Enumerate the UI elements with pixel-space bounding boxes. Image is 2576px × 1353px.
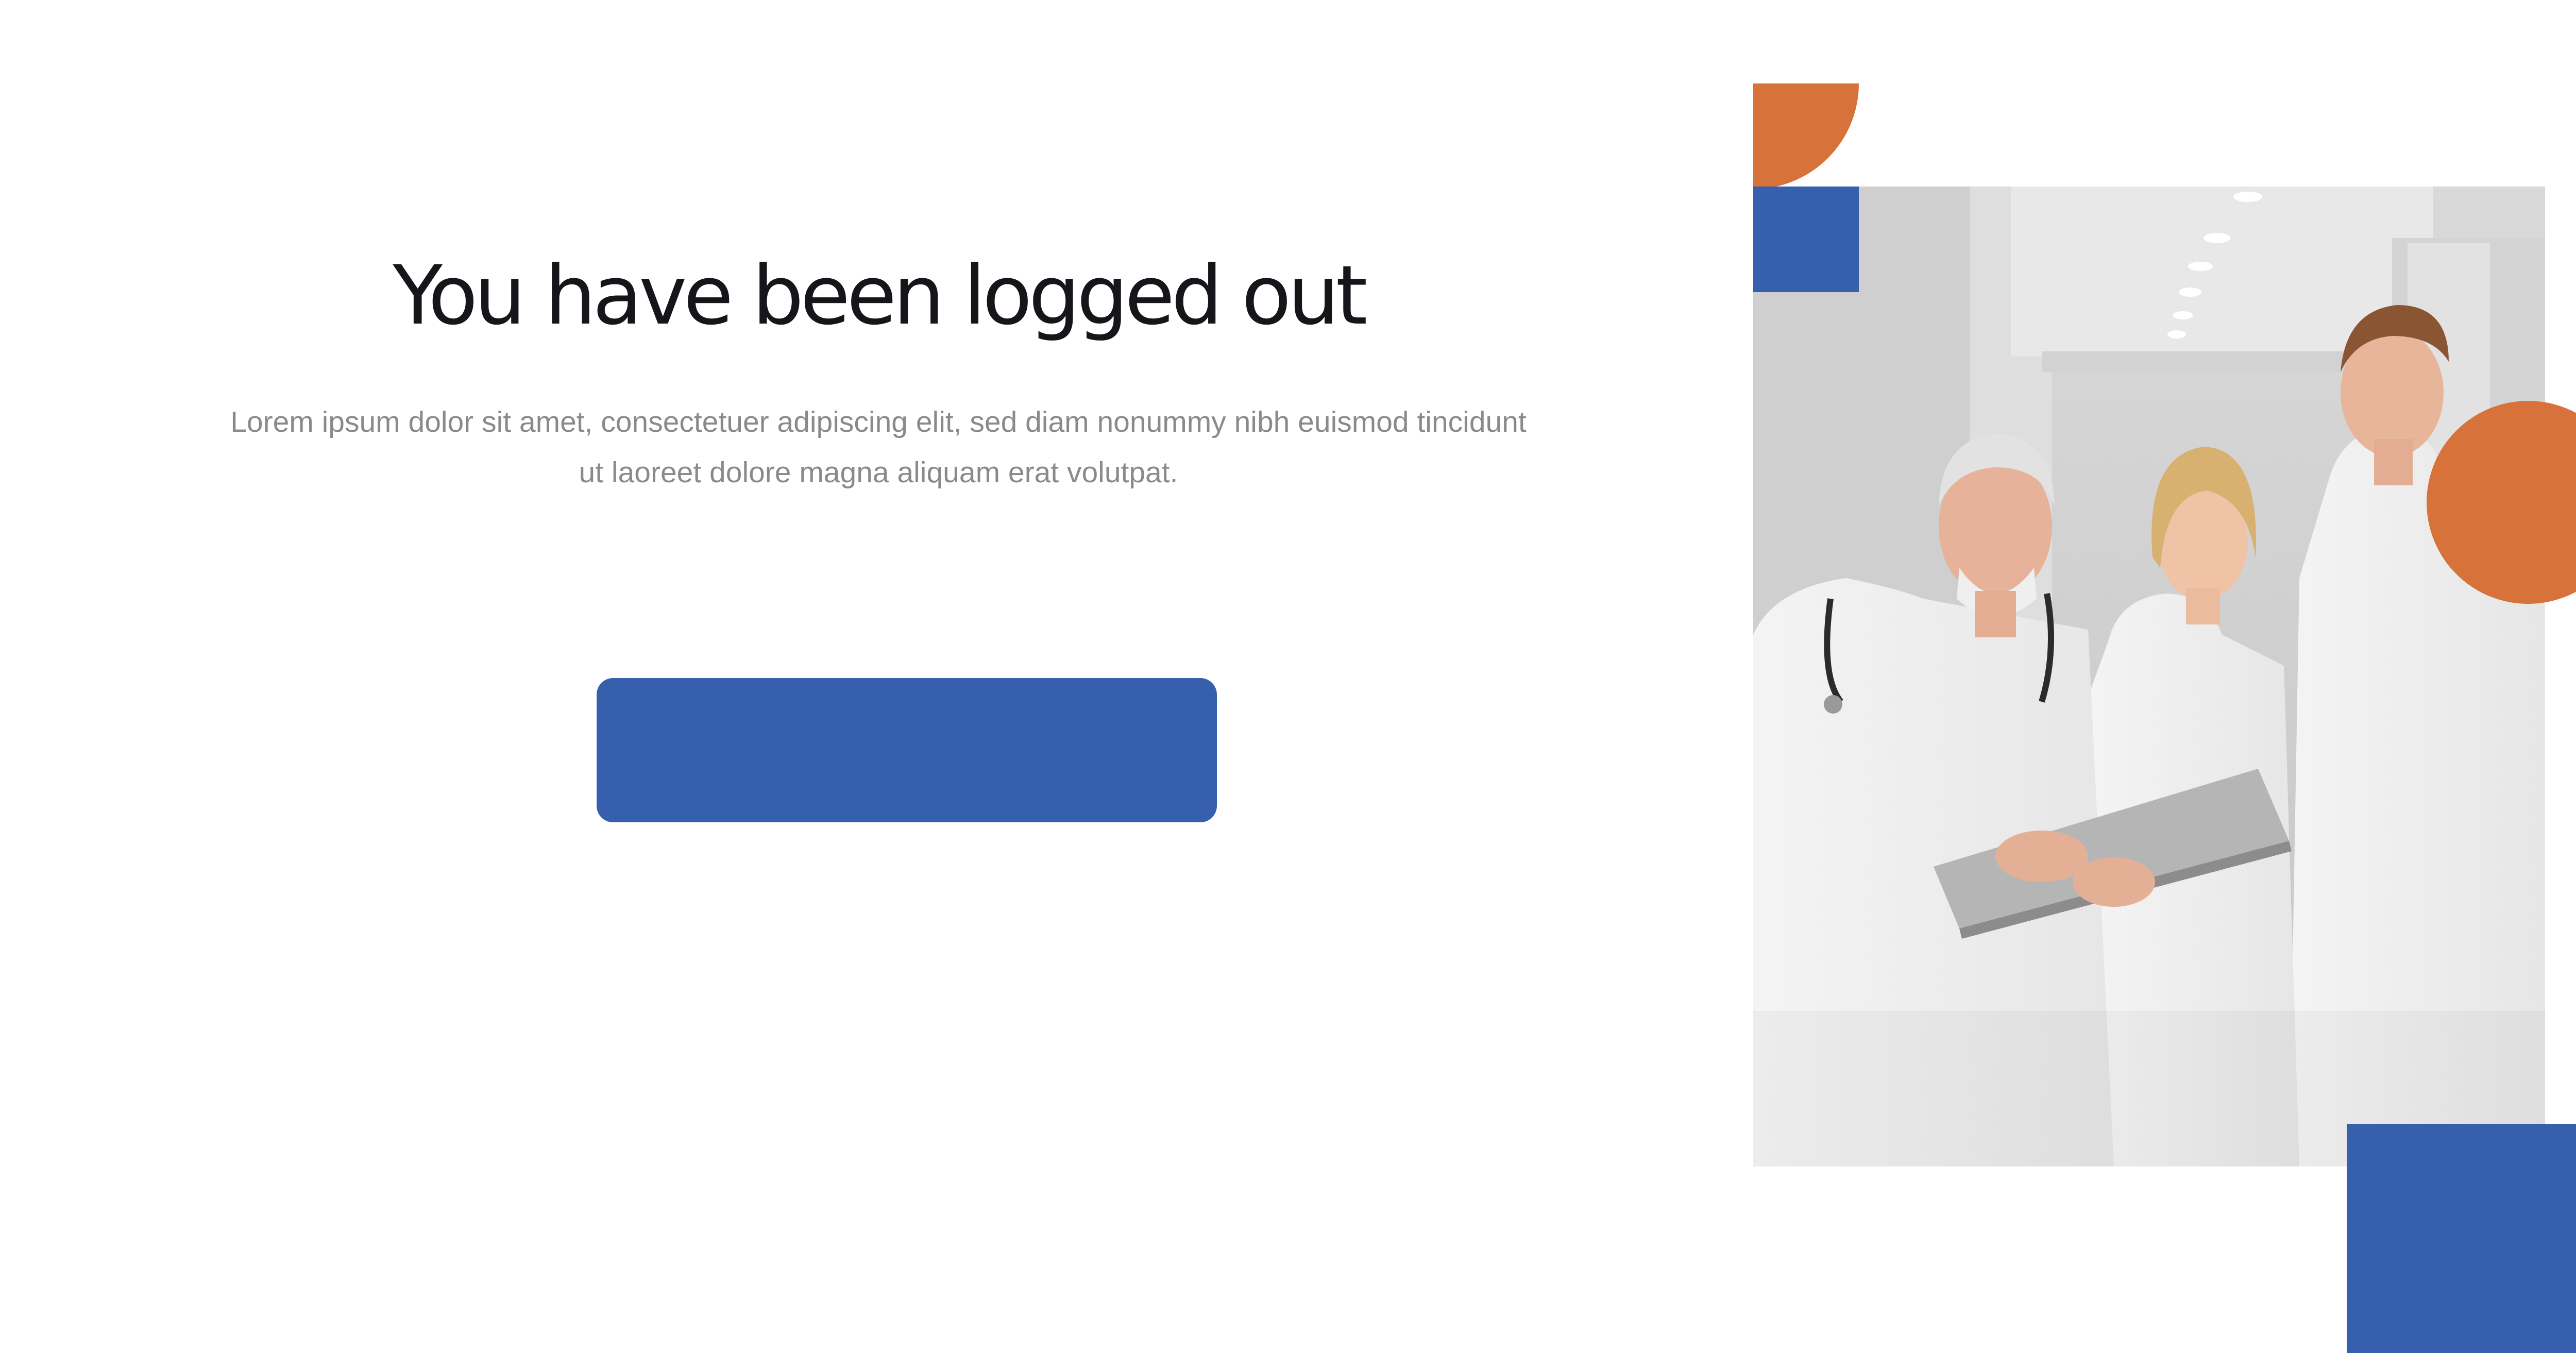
logout-description: Lorem ipsum dolor sit amet, consectetuer… [230,405,1527,489]
logout-message-section: You have been logged out Lorem ipsum dol… [216,247,1540,498]
orange-quarter-circle-decoration [1753,83,1859,189]
primary-action-button[interactable] [597,678,1217,822]
medical-team-illustration [1753,187,2545,1166]
medical-team-photo [1753,187,2545,1166]
blue-block-decoration [2347,1124,2576,1353]
blue-square-decoration [1753,187,1859,292]
page-title: You have been logged out [393,248,1367,343]
